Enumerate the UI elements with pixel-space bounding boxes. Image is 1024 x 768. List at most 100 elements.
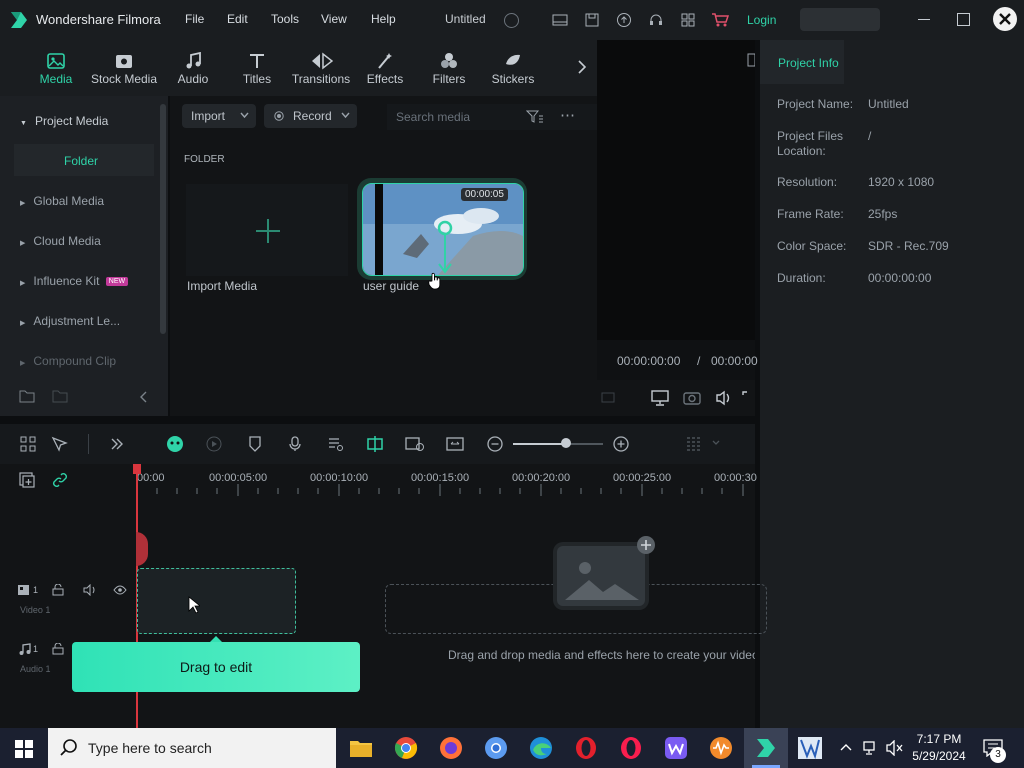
- preview-settings-icon[interactable]: [747, 52, 755, 68]
- record-button[interactable]: Record: [264, 104, 357, 128]
- wondershare-app-icon[interactable]: [664, 736, 688, 760]
- track-list-icon[interactable]: [686, 436, 702, 452]
- video-track-icon: [18, 584, 32, 596]
- more-icon[interactable]: ⋯: [560, 106, 575, 124]
- cloud-upload-icon[interactable]: [616, 12, 632, 28]
- dragged-clip[interactable]: 00:00:05: [357, 178, 527, 280]
- chromium-icon[interactable]: [484, 736, 508, 760]
- timeline-ruler[interactable]: 00:00 00:00:05:00 00:00:10:00 00:00:15:0…: [137, 464, 757, 500]
- eye-icon[interactable]: [113, 585, 127, 595]
- chevron-right-icon[interactable]: [577, 60, 587, 74]
- network-icon[interactable]: [862, 740, 880, 756]
- sidebar-item-adjustment-layer[interactable]: ▶ Adjustment Le...: [20, 314, 120, 328]
- tab-media[interactable]: Media: [30, 40, 82, 96]
- sidebar-item-project-media[interactable]: ▼ Project Media: [20, 114, 108, 128]
- grid-apps-icon[interactable]: [680, 12, 696, 28]
- sidebar-item-cloud-media[interactable]: ▶ Cloud Media: [20, 234, 101, 248]
- restore-icon[interactable]: [957, 13, 970, 26]
- save-icon[interactable]: [584, 12, 600, 28]
- account-button[interactable]: [800, 8, 880, 31]
- windows-start-icon[interactable]: [15, 740, 33, 758]
- tab-effects[interactable]: Effects: [362, 40, 408, 96]
- zoom-slider-handle[interactable]: [561, 438, 571, 448]
- tab-audio[interactable]: Audio: [170, 40, 216, 96]
- link-icon[interactable]: [52, 472, 68, 488]
- minimize-icon[interactable]: [918, 19, 930, 20]
- collapse-left-icon[interactable]: [140, 391, 148, 403]
- headset-icon[interactable]: [648, 12, 664, 28]
- zoom-out-icon[interactable]: [487, 436, 503, 452]
- menu-edit[interactable]: Edit: [227, 12, 248, 26]
- opera-icon[interactable]: [574, 736, 598, 760]
- ai-face-icon[interactable]: [165, 434, 185, 454]
- file-explorer-icon[interactable]: [349, 737, 373, 759]
- folder-icon[interactable]: [52, 389, 68, 403]
- taskbar-date: 5/29/2024: [912, 749, 966, 763]
- playhead-handle[interactable]: [133, 464, 141, 474]
- cart-icon[interactable]: [711, 12, 729, 28]
- render-preview-icon[interactable]: [405, 436, 425, 452]
- fit-timeline-icon[interactable]: [446, 436, 464, 452]
- menu-view[interactable]: View: [321, 12, 347, 26]
- sidebar-item-folder[interactable]: Folder: [64, 154, 98, 168]
- sidebar-scrollbar[interactable]: [160, 104, 166, 334]
- clip-drop-target[interactable]: [137, 568, 296, 634]
- chrome-icon[interactable]: [394, 736, 418, 760]
- marker-shield-icon[interactable]: [248, 436, 262, 452]
- image-placeholder-icon: [557, 546, 645, 606]
- microphone-icon[interactable]: [288, 436, 302, 452]
- camera-icon[interactable]: [683, 390, 701, 406]
- tab-filters[interactable]: Filters: [428, 40, 470, 96]
- edge-icon[interactable]: [529, 736, 553, 760]
- add-track-icon[interactable]: [19, 472, 35, 488]
- play-circle-icon[interactable]: [206, 436, 222, 452]
- layout-icon[interactable]: [552, 12, 568, 28]
- tab-stickers[interactable]: Stickers: [489, 40, 537, 96]
- drag-to-edit-tooltip: Drag to edit: [72, 642, 360, 692]
- sidebar-item-influence-kit[interactable]: ▶ Influence Kit NEW: [20, 274, 129, 288]
- new-folder-icon[interactable]: [19, 389, 35, 403]
- taskbar-search-input[interactable]: Type here to search: [88, 740, 212, 756]
- filter-icon[interactable]: [526, 110, 544, 124]
- color-space-label: Color Space:: [777, 239, 847, 253]
- taskbar-search[interactable]: Type here to search: [48, 728, 336, 768]
- close-icon[interactable]: [993, 7, 1017, 31]
- tab-media-label: Media: [39, 72, 73, 86]
- filmora-taskbar-active[interactable]: [744, 728, 788, 768]
- fullscreen-icon[interactable]: [742, 390, 754, 406]
- tray-chevron-up-icon[interactable]: [840, 742, 852, 752]
- opera-gx-icon[interactable]: [619, 736, 643, 760]
- select-tool-icon[interactable]: [51, 436, 69, 452]
- search-input[interactable]: Search media: [396, 110, 470, 124]
- chevron-down-icon: [240, 112, 249, 119]
- login-button[interactable]: Login: [747, 13, 776, 27]
- firefox-icon[interactable]: [439, 736, 463, 760]
- lock-icon[interactable]: [52, 584, 64, 596]
- zoom-in-icon[interactable]: [613, 436, 629, 452]
- volume-icon[interactable]: [715, 390, 733, 406]
- menu-tools[interactable]: Tools: [271, 12, 299, 26]
- lock-icon[interactable]: [52, 643, 64, 655]
- tab-project-info[interactable]: Project Info: [760, 40, 844, 84]
- tab-transitions[interactable]: Transitions: [290, 40, 352, 96]
- import-button[interactable]: Import: [182, 104, 256, 128]
- layout-grid-icon[interactable]: [20, 436, 36, 452]
- sidebar-item-global-media[interactable]: ▶ Global Media: [20, 194, 104, 208]
- menu-help[interactable]: Help: [371, 12, 396, 26]
- audio-app-icon[interactable]: [709, 736, 733, 760]
- tab-stock-media[interactable]: Stock Media: [88, 40, 160, 96]
- import-media-tile[interactable]: [186, 184, 348, 276]
- snapshot-frame-icon[interactable]: [601, 391, 615, 405]
- audio-list-icon[interactable]: [328, 436, 344, 452]
- menu-file[interactable]: File: [185, 12, 204, 26]
- add-plus-icon: [637, 536, 655, 554]
- double-chevron-icon[interactable]: [110, 436, 124, 452]
- snap-magnet-icon[interactable]: [366, 435, 384, 453]
- tab-titles[interactable]: Titles: [234, 40, 280, 96]
- volume-muted-icon[interactable]: [885, 740, 905, 756]
- display-icon[interactable]: [651, 390, 669, 406]
- volume-icon[interactable]: [83, 584, 97, 596]
- sidebar-item-compound-clip[interactable]: ▶ Compound Clip: [20, 354, 116, 368]
- chevron-down-icon[interactable]: [712, 440, 720, 446]
- vs-code-icon[interactable]: [797, 736, 823, 760]
